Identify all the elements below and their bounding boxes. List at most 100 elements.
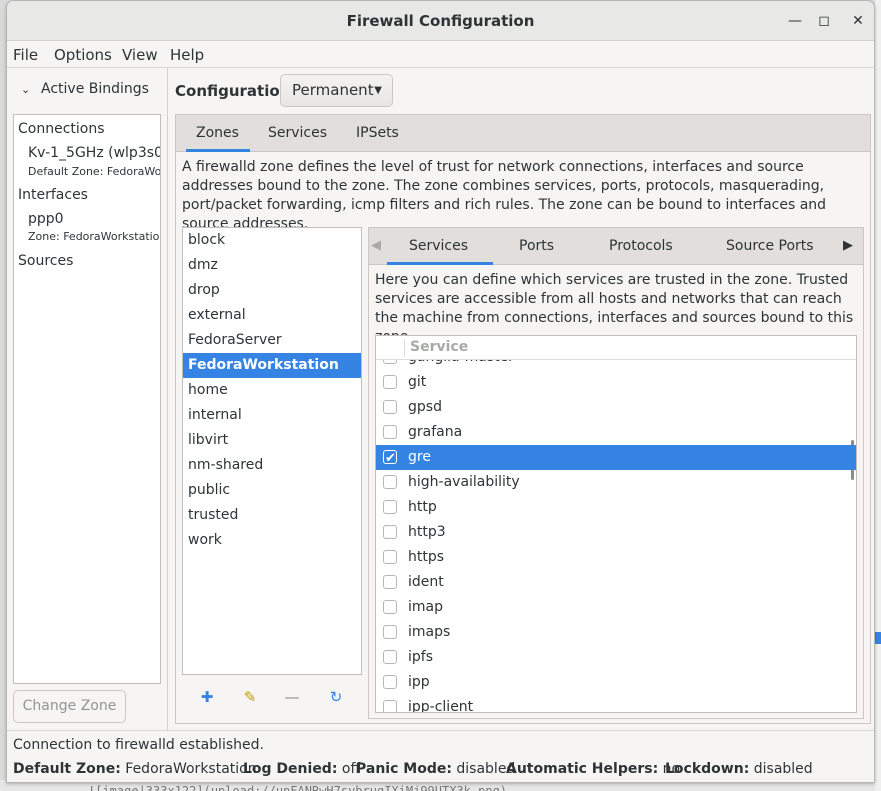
configuration-dropdown[interactable]: Permanent ▼	[280, 74, 393, 107]
maximize-icon[interactable]: ◻	[813, 10, 835, 32]
titlebar[interactable]: Firewall Configuration — ◻ ✕	[7, 1, 874, 41]
menu-options[interactable]: Options	[54, 46, 112, 64]
main-notebook: Zones Services IPSets A firewalld zone d…	[175, 114, 871, 724]
service-checkbox[interactable]	[383, 650, 397, 664]
zone-list-item[interactable]: block	[183, 228, 361, 253]
scroll-left-icon[interactable]: ◀	[371, 238, 381, 253]
services-column-header[interactable]: Service	[376, 336, 856, 360]
zone-description: A firewalld zone defines the level of tr…	[182, 159, 827, 232]
service-row[interactable]: imap	[376, 595, 856, 620]
menu-view[interactable]: View	[122, 46, 158, 64]
tab-services[interactable]: Services	[268, 125, 327, 141]
zone-list-item[interactable]: libvirt	[183, 428, 361, 453]
service-checkbox[interactable]	[383, 625, 397, 639]
service-row[interactable]: https	[376, 545, 856, 570]
service-label: git	[408, 374, 427, 390]
connection-zone: Default Zone: FedoraWorkstation	[28, 165, 161, 178]
tab-zone-source-ports[interactable]: Source Ports	[726, 238, 814, 254]
menu-file[interactable]: File	[13, 46, 38, 64]
scroll-right-icon[interactable]: ▶	[843, 238, 853, 253]
window-title: Firewall Configuration	[346, 12, 535, 30]
service-label: http3	[408, 524, 446, 540]
zone-list-item[interactable]: internal	[183, 403, 361, 428]
edit-icon[interactable]: ✎	[241, 688, 259, 706]
service-row[interactable]: ident	[376, 570, 856, 595]
zone-notebook: ◀ Services Ports Protocols Source Ports …	[368, 227, 864, 719]
service-row[interactable]: gpsd	[376, 395, 856, 420]
zone-list-item[interactable]: FedoraWorkstation	[183, 353, 361, 378]
active-bindings-label: Active Bindings	[41, 81, 149, 97]
zone-list-item[interactable]: nm-shared	[183, 453, 361, 478]
change-zone-button[interactable]: Change Zone	[13, 690, 126, 723]
sources-header: Sources	[18, 253, 74, 269]
lockdown-status: Lockdown: disabled	[665, 761, 813, 777]
service-row[interactable]: high-availability	[376, 470, 856, 495]
connections-header: Connections	[18, 121, 105, 137]
service-checkbox[interactable]	[383, 500, 397, 514]
caret-down-icon: ▼	[374, 85, 382, 96]
tab-zone-protocols[interactable]: Protocols	[609, 238, 673, 254]
zone-list-item[interactable]: dmz	[183, 253, 361, 278]
service-label: ipp-client	[408, 699, 474, 713]
bindings-tree: Connections Kv-1_5GHz (wlp3s0) Default Z…	[13, 114, 161, 684]
zone-list-item[interactable]: work	[183, 528, 361, 553]
service-checkbox[interactable]	[383, 525, 397, 539]
service-label: ipp	[408, 674, 430, 690]
service-checkbox[interactable]	[383, 475, 397, 489]
active-bindings-pane: ⌄ Active Bindings Connections Kv-1_5GHz (…	[7, 68, 168, 730]
service-checkbox[interactable]	[383, 675, 397, 689]
tab-zone-ports[interactable]: Ports	[519, 238, 554, 254]
tab-zones[interactable]: Zones	[196, 125, 239, 141]
load-defaults-icon[interactable]: ↻	[327, 688, 345, 706]
service-label: imaps	[408, 624, 451, 640]
zone-list-item[interactable]: trusted	[183, 503, 361, 528]
active-zone-tab-indicator	[387, 262, 493, 265]
service-label: https	[408, 549, 445, 565]
checkmark-icon: ✔	[385, 451, 396, 466]
tab-ipsets[interactable]: IPSets	[356, 125, 399, 141]
service-row[interactable]: ✔ gre	[376, 445, 856, 470]
service-checkbox[interactable]	[383, 550, 397, 564]
automatic-helpers-status: Automatic Helpers: no	[506, 761, 681, 777]
configuration-label: Configuration:	[175, 82, 297, 100]
service-checkbox[interactable]	[383, 600, 397, 614]
tab-zone-services[interactable]: Services	[409, 238, 468, 254]
active-bindings-toggle[interactable]: ⌄ Active Bindings	[21, 81, 149, 97]
configuration-value: Permanent	[292, 81, 374, 99]
connection-item[interactable]: Kv-1_5GHz (wlp3s0)	[28, 145, 160, 161]
close-icon[interactable]: ✕	[847, 10, 869, 32]
zone-list-item[interactable]: public	[183, 478, 361, 503]
service-label: ipfs	[408, 649, 433, 665]
zone-list-item[interactable]: FedoraServer	[183, 328, 361, 353]
service-row[interactable]: git	[376, 370, 856, 395]
service-checkbox[interactable]	[383, 700, 397, 712]
service-row[interactable]: ipp-client	[376, 695, 856, 713]
service-row[interactable]: grafana	[376, 420, 856, 445]
service-label: gre	[408, 449, 431, 465]
service-row[interactable]: http	[376, 495, 856, 520]
service-checkbox[interactable]	[383, 425, 397, 439]
minimize-icon[interactable]: —	[784, 10, 806, 32]
service-row[interactable]: imaps	[376, 620, 856, 645]
add-icon[interactable]: ✚	[198, 688, 216, 706]
zone-toolbar: ✚ ✎ — ↻	[182, 675, 362, 719]
chevron-down-icon: ⌄	[21, 83, 31, 96]
remove-icon[interactable]: —	[283, 688, 301, 706]
service-column-label: Service	[410, 339, 469, 355]
zone-list-item[interactable]: home	[183, 378, 361, 403]
service-checkbox[interactable]	[383, 575, 397, 589]
zone-list-item[interactable]: drop	[183, 278, 361, 303]
menu-help[interactable]: Help	[170, 46, 204, 64]
services-list: Service ganglia-mastergitgpsdgrafana✔gre…	[375, 335, 857, 713]
service-row[interactable]: ipp	[376, 670, 856, 695]
interface-item[interactable]: ppp0	[28, 211, 64, 227]
zone-list-item[interactable]: external	[183, 303, 361, 328]
service-row[interactable]: ipfs	[376, 645, 856, 670]
service-row[interactable]: http3	[376, 520, 856, 545]
service-checkbox[interactable]	[383, 375, 397, 389]
statusbar: Connection to firewalld established. Def…	[7, 730, 874, 782]
connection-status: Connection to firewalld established.	[13, 737, 264, 753]
service-label: http	[408, 499, 437, 515]
service-checkbox[interactable]: ✔	[383, 450, 397, 466]
service-checkbox[interactable]	[383, 400, 397, 414]
